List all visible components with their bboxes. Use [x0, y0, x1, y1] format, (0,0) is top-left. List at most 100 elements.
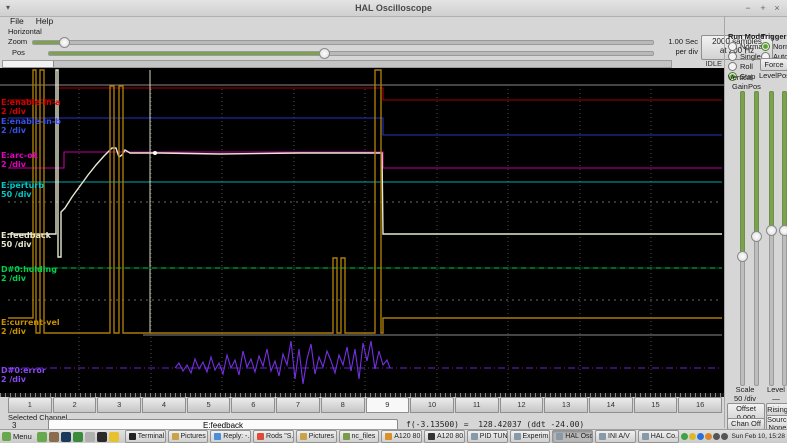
channel-tab-11[interactable]: 11 [454, 397, 499, 413]
taskbar-window-icon [470, 433, 478, 440]
zoom-label: Zoom [8, 37, 28, 46]
trigger-normal[interactable]: Normal [761, 42, 787, 51]
maximize-button[interactable]: + [756, 2, 770, 14]
rate-unit: per div [675, 47, 698, 56]
scale-value: 50 /div [733, 394, 757, 403]
chrome-tray-icon[interactable] [688, 433, 696, 440]
channel-label-e-enable-in-a: E:enable-in-a 2 /div [1, 98, 61, 116]
run-mode-normal-radio-icon [728, 42, 737, 51]
vertical-gain-slider[interactable] [740, 91, 745, 386]
trigger-pos-label: Pos [777, 71, 787, 80]
chrome-icon[interactable] [108, 431, 119, 442]
channel-tab-8[interactable]: 8 [320, 397, 365, 413]
taskbar-window-icon [599, 433, 607, 440]
trace-e-feedback [8, 69, 722, 258]
menu-item-file[interactable]: File [4, 16, 30, 27]
channel-tab-9[interactable]: 9 [365, 397, 410, 413]
minimize-button[interactable]: − [741, 2, 755, 14]
pos-slider[interactable] [48, 51, 654, 56]
pos-slider-handle[interactable] [318, 48, 330, 59]
taskbar-window-5[interactable]: nc_files [338, 430, 380, 443]
volume-icon[interactable] [712, 433, 720, 440]
edit-pencil-icon[interactable] [48, 431, 59, 442]
channel-tab-4[interactable]: 4 [142, 397, 186, 413]
trigger-pos-slider[interactable] [782, 91, 787, 386]
channel-tab-3[interactable]: 3 [97, 397, 142, 413]
taskbar-window-4[interactable]: Pictures [295, 430, 337, 443]
browser-icon[interactable] [60, 431, 71, 442]
taskbar-window-label: HAL Co... [650, 433, 679, 440]
taskbar-window-icon [257, 433, 265, 440]
channel-label-e-arc-ok: E:arc-ok 2 /div [1, 151, 38, 169]
cursor-readout: f(-3.13500) = 128.42037 (ddt -24.00) [406, 420, 585, 429]
cursor-marker-dot [153, 151, 157, 155]
channel-tab-2[interactable]: 2 [52, 397, 97, 413]
scope-display[interactable]: E:enable-in-a 2 /div E:enable-in-b 2 /div… [0, 68, 724, 397]
channel-tab-15[interactable]: 15 [633, 397, 678, 413]
trigger-label: Trigger [761, 32, 787, 41]
vertical-pos-slider-handle[interactable] [751, 230, 762, 242]
trigger-pos-slider-handle[interactable] [779, 224, 787, 236]
taskbar-window-1[interactable]: Pictures [167, 430, 209, 443]
taskbar-window-3[interactable]: Rods "S... [253, 430, 294, 443]
channel-label-d-0-holding: D#0:holding 2 /div [1, 265, 57, 283]
channel-tab-1[interactable]: 1 [8, 397, 52, 413]
taskbar-window-label: Reply: -... [223, 433, 252, 440]
channel-tab-12[interactable]: 12 [499, 397, 544, 413]
channel-tab-13[interactable]: 13 [544, 397, 588, 413]
hal-oscilloscope-window: ▾ HAL Oscilloscope − + × File Help Horizo… [0, 0, 787, 443]
taskbar-window-11[interactable]: INI A/V [595, 430, 636, 443]
run-mode-single-radio-icon [728, 52, 737, 61]
taskbar-window-icon [641, 433, 649, 440]
zoom-slider[interactable] [32, 40, 654, 45]
trigger-level-slider-handle[interactable] [766, 224, 777, 236]
media-player-icon[interactable] [72, 431, 83, 442]
taskbar-window-label: Rods "S... [266, 433, 294, 440]
show-desktop-icon[interactable] [36, 431, 47, 442]
taskbar-window-label: Pictures [308, 433, 335, 440]
menu-button-label: Menu [13, 432, 32, 441]
close-button[interactable]: × [770, 2, 784, 14]
menu-button[interactable]: Menu [2, 432, 32, 441]
menu-item-help[interactable]: Help [30, 16, 59, 27]
channel-tab-7[interactable]: 7 [276, 397, 320, 413]
file-manager-icon[interactable] [84, 431, 95, 442]
taskbar-window-icon [428, 433, 436, 440]
network-icon[interactable] [704, 433, 712, 440]
force-button[interactable]: Force [760, 58, 787, 71]
run-mode-single[interactable]: Single [728, 52, 764, 61]
zoom-slider-handle[interactable] [59, 37, 70, 48]
taskbar-window-8[interactable]: PID TUNE [466, 430, 508, 443]
taskbar-window-9[interactable]: Experim... [509, 430, 551, 443]
run-mode-normal[interactable]: Normal [728, 42, 764, 51]
taskbar-window-0[interactable]: Terminal [124, 430, 166, 443]
window-menu-icon[interactable]: ▾ [6, 3, 10, 12]
record-scrollbar[interactable] [2, 60, 672, 68]
taskbar-window-label: HAL Osc... [565, 433, 594, 440]
taskbar-window-icon [171, 433, 179, 440]
taskbar-window-10[interactable]: HAL Osc... [552, 430, 594, 443]
signal-icon[interactable] [720, 433, 728, 440]
taskbar-window-icon [385, 433, 393, 440]
update-shield-icon[interactable] [680, 433, 688, 440]
taskbar-window-6[interactable]: A120 80... [381, 430, 423, 443]
bluetooth-icon[interactable] [696, 433, 704, 440]
channel-tab-6[interactable]: 6 [231, 397, 276, 413]
taskbar-window-icon [342, 433, 350, 440]
trigger-level-slider[interactable] [769, 91, 774, 386]
channel-tab-5[interactable]: 5 [186, 397, 231, 413]
run-mode-roll[interactable]: Roll [728, 62, 764, 71]
vertical-gain-slider-handle[interactable] [737, 251, 748, 263]
taskbar-window-12[interactable]: HAL Co... [637, 430, 679, 443]
channel-tab-10[interactable]: 10 [410, 397, 454, 413]
mint-menu-icon [2, 432, 11, 441]
taskbar-window-2[interactable]: Reply: -... [210, 430, 252, 443]
record-scrollbar-thumb[interactable] [3, 61, 54, 67]
taskbar-window-label: PID TUNE [479, 433, 508, 440]
trace-e-enable-in-b [8, 117, 722, 136]
taskbar-window-icon [513, 433, 521, 440]
channel-tab-14[interactable]: 14 [588, 397, 633, 413]
screenshot-icon[interactable] [96, 431, 107, 442]
taskbar-window-7[interactable]: A120 80... [424, 430, 465, 443]
channel-tab-16[interactable]: 16 [678, 397, 722, 413]
